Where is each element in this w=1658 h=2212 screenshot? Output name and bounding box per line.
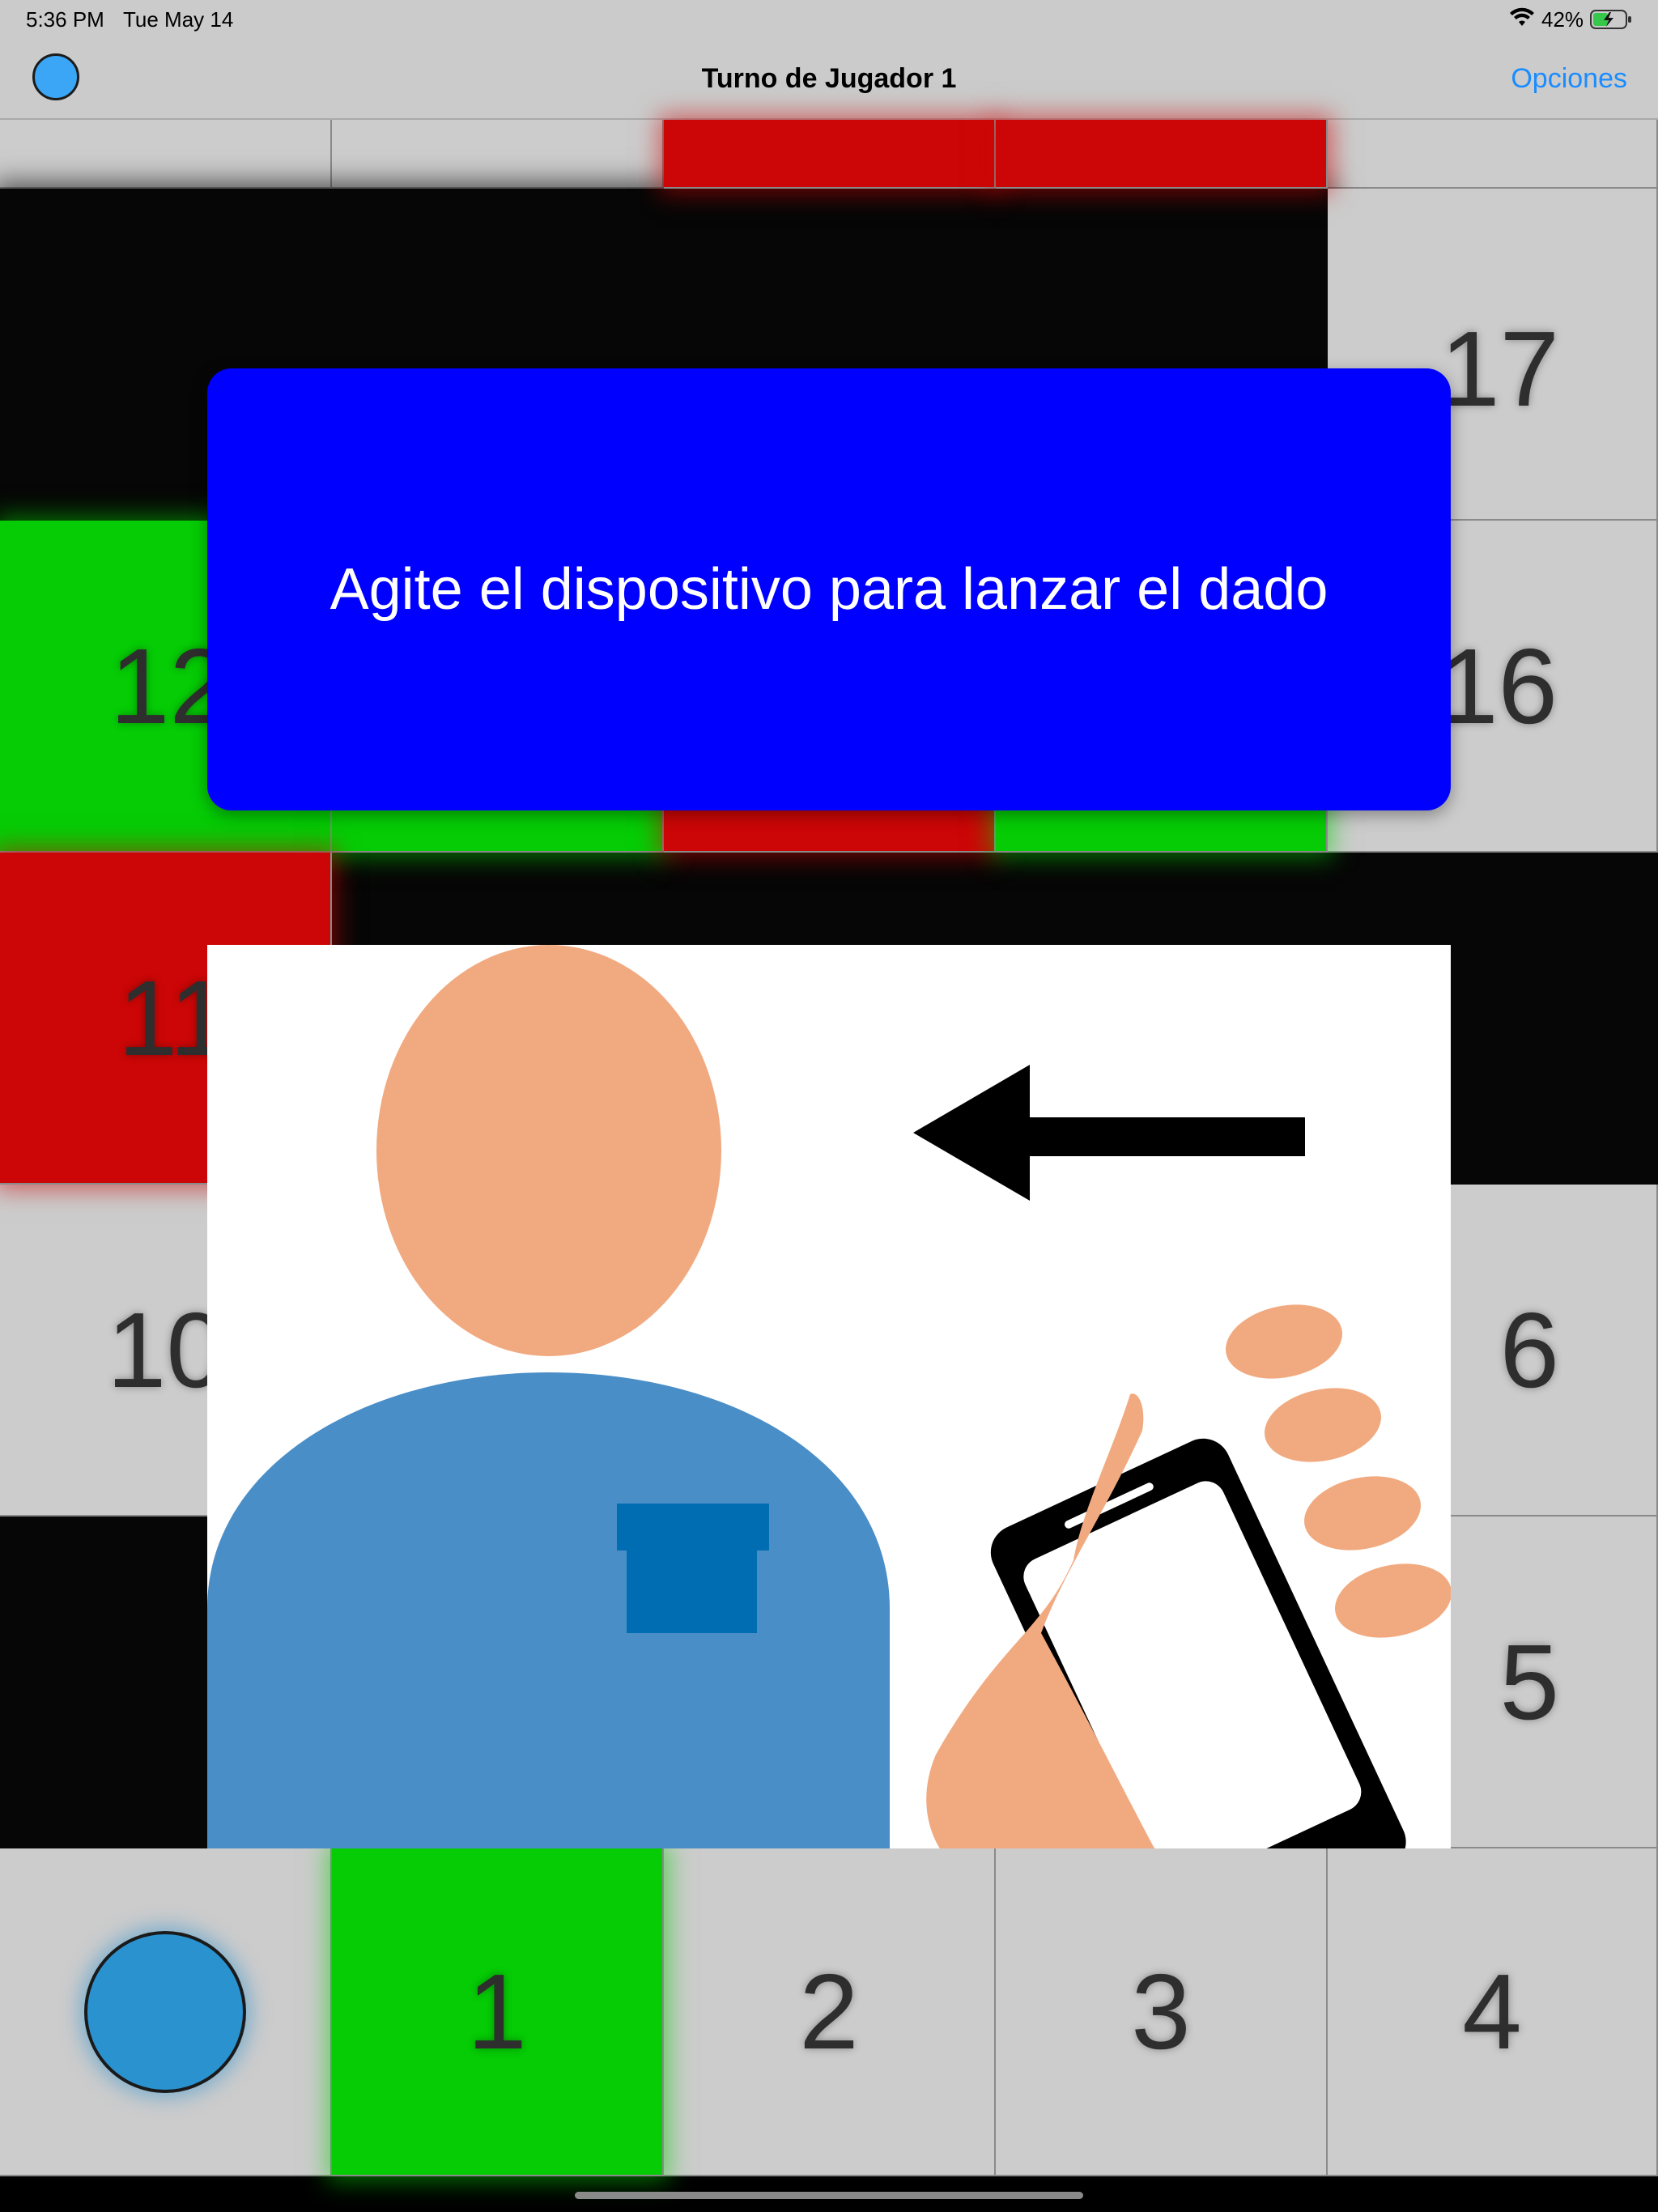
options-button[interactable]: Opciones <box>1511 63 1627 95</box>
board-tile-start <box>0 1848 332 2176</box>
arrow-left-icon <box>913 1065 1305 1201</box>
board-tile <box>0 120 332 189</box>
tile-number: 16 <box>1439 626 1558 746</box>
status-time: 5:36 PM <box>26 7 104 32</box>
board-tile <box>332 120 664 189</box>
board-tile-1: 1 <box>332 1848 664 2176</box>
tile-number: 3 <box>1131 1952 1191 2071</box>
board-tile <box>664 120 996 189</box>
tile-number: 4 <box>1462 1952 1522 2071</box>
battery-icon <box>1590 9 1632 30</box>
person-icon <box>207 945 890 1848</box>
battery-percent: 42% <box>1541 7 1584 32</box>
status-bar: 5:36 PM Tue May 14 42% <box>0 0 1658 39</box>
player-token[interactable] <box>84 1930 246 2093</box>
status-date: Tue May 14 <box>123 7 234 32</box>
page-title: Turno de Jugador 1 <box>701 63 957 94</box>
board-tile <box>996 120 1328 189</box>
board-tile-4: 4 <box>1328 1848 1658 2176</box>
shake-dice-popup: Agite el dispositivo para lanzar el dado <box>207 368 1451 810</box>
tile-number: 6 <box>1499 1290 1559 1410</box>
popup-message: Agite el dispositivo para lanzar el dado <box>329 557 1329 622</box>
navigation-bar: Turno de Jugador 1 Opciones <box>0 39 1658 120</box>
tile-number: 2 <box>799 1952 859 2071</box>
board-tile-2: 2 <box>664 1848 996 2176</box>
board-tile-3: 3 <box>996 1848 1328 2176</box>
shake-device-illustration <box>207 945 1452 1956</box>
wifi-icon <box>1509 6 1535 29</box>
board-tile <box>1328 120 1658 189</box>
tile-number: 5 <box>1499 1622 1559 1742</box>
tile-number: 17 <box>1440 309 1559 428</box>
home-indicator[interactable] <box>575 2192 1083 2199</box>
tile-number: 1 <box>467 1952 527 2071</box>
